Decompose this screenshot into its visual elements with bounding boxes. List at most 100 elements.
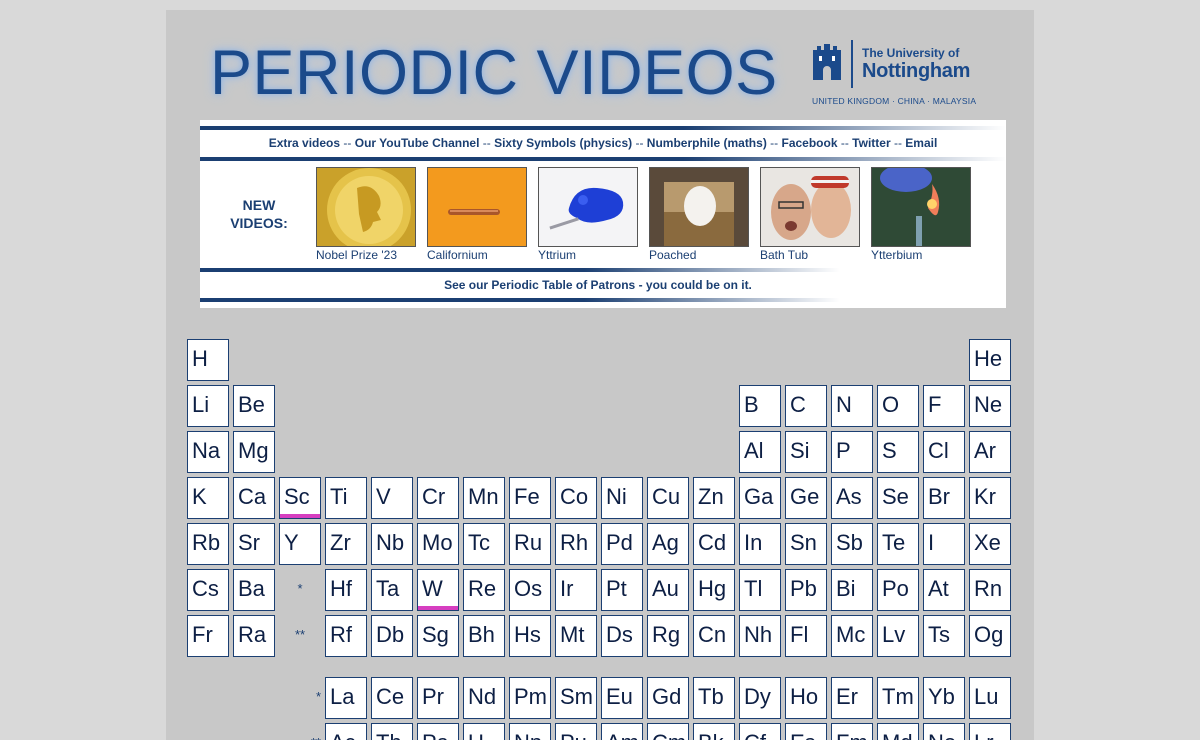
element-md[interactable]: Md bbox=[877, 723, 919, 740]
element-c[interactable]: C bbox=[785, 385, 827, 427]
element-ir[interactable]: Ir bbox=[555, 569, 597, 611]
element-fr[interactable]: Fr bbox=[187, 615, 229, 657]
video-label[interactable]: Bath Tub bbox=[760, 248, 860, 262]
element-v[interactable]: V bbox=[371, 477, 413, 519]
element-bi[interactable]: Bi bbox=[831, 569, 873, 611]
element-p[interactable]: P bbox=[831, 431, 873, 473]
orange-sample-thumbnail[interactable] bbox=[427, 167, 527, 247]
link-youtube-channel[interactable]: Our YouTube Channel bbox=[355, 136, 480, 150]
element-sb[interactable]: Sb bbox=[831, 523, 873, 565]
video-bath-tub[interactable]: Bath Tub bbox=[760, 167, 860, 262]
element-te[interactable]: Te bbox=[877, 523, 919, 565]
video-label[interactable]: Nobel Prize '23 bbox=[316, 248, 416, 262]
element-mc[interactable]: Mc bbox=[831, 615, 873, 657]
element-sg[interactable]: Sg bbox=[417, 615, 459, 657]
element-k[interactable]: K bbox=[187, 477, 229, 519]
flame-test-thumbnail[interactable] bbox=[871, 167, 971, 247]
link-facebook[interactable]: Facebook bbox=[781, 136, 837, 150]
element-mt[interactable]: Mt bbox=[555, 615, 597, 657]
element-u[interactable]: U bbox=[463, 723, 505, 740]
element-pa[interactable]: Pa bbox=[417, 723, 459, 740]
element-gd[interactable]: Gd bbox=[647, 677, 689, 719]
element-b[interactable]: B bbox=[739, 385, 781, 427]
element-si[interactable]: Si bbox=[785, 431, 827, 473]
element-er[interactable]: Er bbox=[831, 677, 873, 719]
video-poached[interactable]: Poached bbox=[649, 167, 749, 262]
element-fl[interactable]: Fl bbox=[785, 615, 827, 657]
element-ts[interactable]: Ts bbox=[923, 615, 965, 657]
element-zn[interactable]: Zn bbox=[693, 477, 735, 519]
element-es[interactable]: Es bbox=[785, 723, 827, 740]
element-ge[interactable]: Ge bbox=[785, 477, 827, 519]
element-np[interactable]: Np bbox=[509, 723, 551, 740]
egg-in-beaker-thumbnail[interactable] bbox=[649, 167, 749, 247]
element-ds[interactable]: Ds bbox=[601, 615, 643, 657]
element-ni[interactable]: Ni bbox=[601, 477, 643, 519]
element-w[interactable]: W bbox=[417, 569, 459, 611]
element-nd[interactable]: Nd bbox=[463, 677, 505, 719]
element-pb[interactable]: Pb bbox=[785, 569, 827, 611]
element-rh[interactable]: Rh bbox=[555, 523, 597, 565]
element-pm[interactable]: Pm bbox=[509, 677, 551, 719]
element-og[interactable]: Og bbox=[969, 615, 1011, 657]
element-in[interactable]: In bbox=[739, 523, 781, 565]
link-sixty-symbols[interactable]: Sixty Symbols (physics) bbox=[494, 136, 632, 150]
link-twitter[interactable]: Twitter bbox=[852, 136, 890, 150]
video-yttrium[interactable]: Yttrium bbox=[538, 167, 638, 262]
element-zr[interactable]: Zr bbox=[325, 523, 367, 565]
element-cn[interactable]: Cn bbox=[693, 615, 735, 657]
element-ti[interactable]: Ti bbox=[325, 477, 367, 519]
element-ag[interactable]: Ag bbox=[647, 523, 689, 565]
element-rg[interactable]: Rg bbox=[647, 615, 689, 657]
element-pd[interactable]: Pd bbox=[601, 523, 643, 565]
element-hg[interactable]: Hg bbox=[693, 569, 735, 611]
video-label[interactable]: Poached bbox=[649, 248, 749, 262]
element-ba[interactable]: Ba bbox=[233, 569, 275, 611]
element-li[interactable]: Li bbox=[187, 385, 229, 427]
link-numberphile[interactable]: Numberphile (maths) bbox=[647, 136, 767, 150]
patrons-link[interactable]: See our Periodic Table of Patrons - you … bbox=[200, 278, 996, 292]
element-po[interactable]: Po bbox=[877, 569, 919, 611]
element-ru[interactable]: Ru bbox=[509, 523, 551, 565]
element-rn[interactable]: Rn bbox=[969, 569, 1011, 611]
element-sr[interactable]: Sr bbox=[233, 523, 275, 565]
element-sm[interactable]: Sm bbox=[555, 677, 597, 719]
element-tc[interactable]: Tc bbox=[463, 523, 505, 565]
element-no[interactable]: No bbox=[923, 723, 965, 740]
element-ca[interactable]: Ca bbox=[233, 477, 275, 519]
element-sn[interactable]: Sn bbox=[785, 523, 827, 565]
element-mo[interactable]: Mo bbox=[417, 523, 459, 565]
video-label[interactable]: Ytterbium bbox=[871, 248, 971, 262]
element-au[interactable]: Au bbox=[647, 569, 689, 611]
element-co[interactable]: Co bbox=[555, 477, 597, 519]
element-lv[interactable]: Lv bbox=[877, 615, 919, 657]
element-s[interactable]: S bbox=[877, 431, 919, 473]
element-ga[interactable]: Ga bbox=[739, 477, 781, 519]
element-th[interactable]: Th bbox=[371, 723, 413, 740]
element-rf[interactable]: Rf bbox=[325, 615, 367, 657]
element-tm[interactable]: Tm bbox=[877, 677, 919, 719]
element-pu[interactable]: Pu bbox=[555, 723, 597, 740]
element-cs[interactable]: Cs bbox=[187, 569, 229, 611]
element-ar[interactable]: Ar bbox=[969, 431, 1011, 473]
element-mg[interactable]: Mg bbox=[233, 431, 275, 473]
element-eu[interactable]: Eu bbox=[601, 677, 643, 719]
link-extra-videos[interactable]: Extra videos bbox=[269, 136, 340, 150]
element-as[interactable]: As bbox=[831, 477, 873, 519]
element-dy[interactable]: Dy bbox=[739, 677, 781, 719]
site-title[interactable]: PERIODIC VIDEOS bbox=[210, 38, 778, 108]
element-o[interactable]: O bbox=[877, 385, 919, 427]
element-hs[interactable]: Hs bbox=[509, 615, 551, 657]
video-californium[interactable]: Californium bbox=[427, 167, 527, 262]
element-ac[interactable]: Ac bbox=[325, 723, 367, 740]
element-fe[interactable]: Fe bbox=[509, 477, 551, 519]
element-re[interactable]: Re bbox=[463, 569, 505, 611]
element-nh[interactable]: Nh bbox=[739, 615, 781, 657]
video-label[interactable]: Californium bbox=[427, 248, 527, 262]
video-ytterbium[interactable]: Ytterbium bbox=[871, 167, 971, 262]
gold-medal-thumbnail[interactable] bbox=[316, 167, 416, 247]
element-be[interactable]: Be bbox=[233, 385, 275, 427]
university-logo[interactable]: The University of Nottingham UNITED KING… bbox=[811, 40, 981, 112]
element-pt[interactable]: Pt bbox=[601, 569, 643, 611]
element-br[interactable]: Br bbox=[923, 477, 965, 519]
